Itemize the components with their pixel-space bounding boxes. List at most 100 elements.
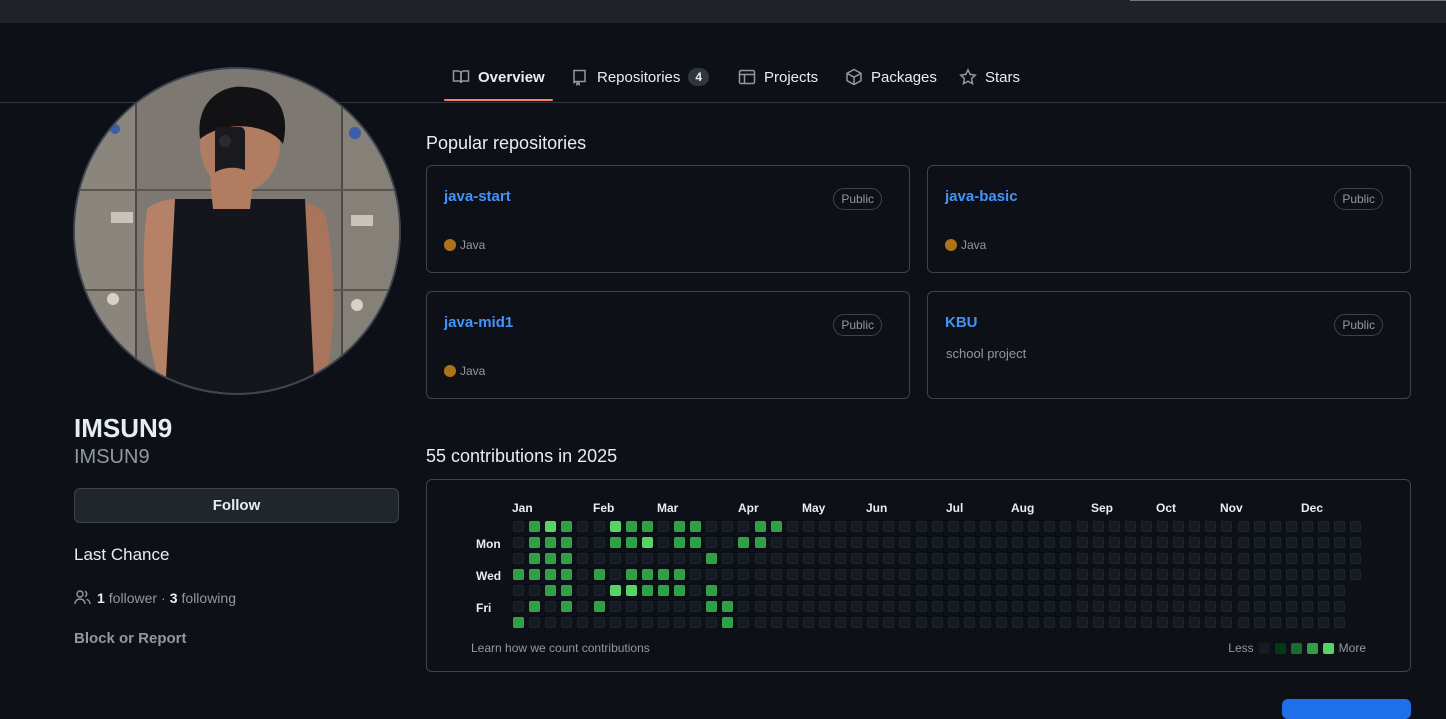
contribution-day-cell[interactable] (1092, 617, 1104, 628)
contribution-day-cell[interactable] (657, 569, 669, 580)
contribution-day-cell[interactable] (641, 553, 653, 564)
bottom-action-button[interactable] (1282, 699, 1411, 719)
contribution-day-cell[interactable] (1269, 537, 1281, 548)
contribution-day-cell[interactable] (545, 617, 557, 628)
contribution-day-cell[interactable] (1269, 585, 1281, 596)
contribution-day-cell[interactable] (690, 537, 702, 548)
contribution-day-cell[interactable] (529, 553, 541, 564)
contribution-day-cell[interactable] (1205, 521, 1217, 532)
contribution-day-cell[interactable] (931, 537, 943, 548)
contribution-day-cell[interactable] (674, 601, 685, 612)
contribution-day-cell[interactable] (1173, 617, 1185, 628)
contribution-day-cell[interactable] (561, 601, 573, 612)
contribution-day-cell[interactable] (1140, 521, 1152, 532)
contribution-day-cell[interactable] (609, 553, 621, 564)
contribution-day-cell[interactable] (1189, 585, 1201, 596)
contribution-day-cell[interactable] (738, 521, 750, 532)
contribution-day-cell[interactable] (1060, 617, 1072, 628)
contribution-day-cell[interactable] (786, 585, 798, 596)
contribution-day-cell[interactable] (786, 601, 798, 612)
contribution-day-cell[interactable] (1108, 617, 1120, 628)
contribution-day-cell[interactable] (1205, 617, 1217, 628)
contribution-day-cell[interactable] (770, 585, 782, 596)
contribution-day-cell[interactable] (738, 553, 750, 564)
contribution-day-cell[interactable] (802, 617, 814, 628)
contribution-day-cell[interactable] (513, 585, 524, 596)
contribution-day-cell[interactable] (1124, 617, 1136, 628)
contribution-day-cell[interactable] (818, 617, 830, 628)
contribution-day-cell[interactable] (996, 585, 1007, 596)
contribution-day-cell[interactable] (996, 601, 1007, 612)
contribution-day-cell[interactable] (690, 585, 702, 596)
repo-name-link[interactable]: java-start (444, 188, 511, 205)
contribution-day-cell[interactable] (1350, 537, 1362, 548)
contribution-day-cell[interactable] (706, 537, 718, 548)
contribution-day-cell[interactable] (706, 601, 718, 612)
contribution-day-cell[interactable] (1157, 601, 1168, 612)
contribution-day-cell[interactable] (1140, 585, 1152, 596)
contribution-day-cell[interactable] (1285, 617, 1297, 628)
contribution-day-cell[interactable] (1221, 521, 1233, 532)
contribution-day-cell[interactable] (915, 569, 927, 580)
contribution-day-cell[interactable] (963, 553, 975, 564)
contribution-day-cell[interactable] (722, 569, 734, 580)
contribution-day-cell[interactable] (657, 617, 669, 628)
contribution-day-cell[interactable] (947, 521, 959, 532)
contribution-day-cell[interactable] (1301, 521, 1313, 532)
contribution-day-cell[interactable] (851, 585, 863, 596)
contribution-day-cell[interactable] (561, 521, 573, 532)
contribution-day-cell[interactable] (513, 569, 524, 580)
contribution-day-cell[interactable] (1060, 537, 1072, 548)
contribution-day-cell[interactable] (674, 617, 685, 628)
contribution-day-cell[interactable] (1237, 585, 1249, 596)
contribution-day-cell[interactable] (1157, 617, 1168, 628)
contribution-day-cell[interactable] (513, 537, 524, 548)
contribution-day-cell[interactable] (513, 617, 524, 628)
contribution-day-cell[interactable] (625, 521, 637, 532)
contribution-day-cell[interactable] (545, 569, 557, 580)
contribution-day-cell[interactable] (545, 537, 557, 548)
contribution-day-cell[interactable] (835, 601, 846, 612)
contribution-day-cell[interactable] (786, 569, 798, 580)
contribution-day-cell[interactable] (625, 585, 637, 596)
contribution-day-cell[interactable] (1221, 537, 1233, 548)
contribution-day-cell[interactable] (835, 553, 846, 564)
contribution-day-cell[interactable] (1044, 521, 1056, 532)
contribution-day-cell[interactable] (867, 585, 879, 596)
contribution-day-cell[interactable] (641, 585, 653, 596)
contribution-day-cell[interactable] (770, 553, 782, 564)
contribution-day-cell[interactable] (1124, 521, 1136, 532)
contribution-day-cell[interactable] (593, 537, 605, 548)
contribution-day-cell[interactable] (851, 601, 863, 612)
contribution-day-cell[interactable] (1060, 601, 1072, 612)
contribution-day-cell[interactable] (1092, 585, 1104, 596)
contribution-day-cell[interactable] (722, 585, 734, 596)
contribution-day-cell[interactable] (1060, 569, 1072, 580)
contribution-day-cell[interactable] (818, 553, 830, 564)
contribution-day-cell[interactable] (1076, 569, 1088, 580)
contribution-day-cell[interactable] (690, 553, 702, 564)
contribution-day-cell[interactable] (674, 521, 685, 532)
contribution-day-cell[interactable] (802, 553, 814, 564)
contribution-day-cell[interactable] (1108, 537, 1120, 548)
contribution-day-cell[interactable] (931, 617, 943, 628)
contribution-day-cell[interactable] (867, 569, 879, 580)
contribution-day-cell[interactable] (722, 553, 734, 564)
contribution-day-cell[interactable] (625, 553, 637, 564)
contribution-day-cell[interactable] (1189, 537, 1201, 548)
contribution-day-cell[interactable] (706, 553, 718, 564)
contribution-day-cell[interactable] (1157, 569, 1168, 580)
contribution-day-cell[interactable] (674, 553, 685, 564)
contribution-day-cell[interactable] (915, 521, 927, 532)
contribution-day-cell[interactable] (1060, 521, 1072, 532)
contribution-day-cell[interactable] (1285, 553, 1297, 564)
contribution-day-cell[interactable] (1092, 553, 1104, 564)
repo-name-link[interactable]: KBU (945, 314, 978, 331)
contribution-day-cell[interactable] (931, 553, 943, 564)
contribution-day-cell[interactable] (1253, 569, 1265, 580)
contribution-day-cell[interactable] (1028, 521, 1040, 532)
contribution-day-cell[interactable] (835, 537, 846, 548)
contribution-day-cell[interactable] (915, 553, 927, 564)
contribution-day-cell[interactable] (1108, 585, 1120, 596)
contribution-day-cell[interactable] (593, 553, 605, 564)
